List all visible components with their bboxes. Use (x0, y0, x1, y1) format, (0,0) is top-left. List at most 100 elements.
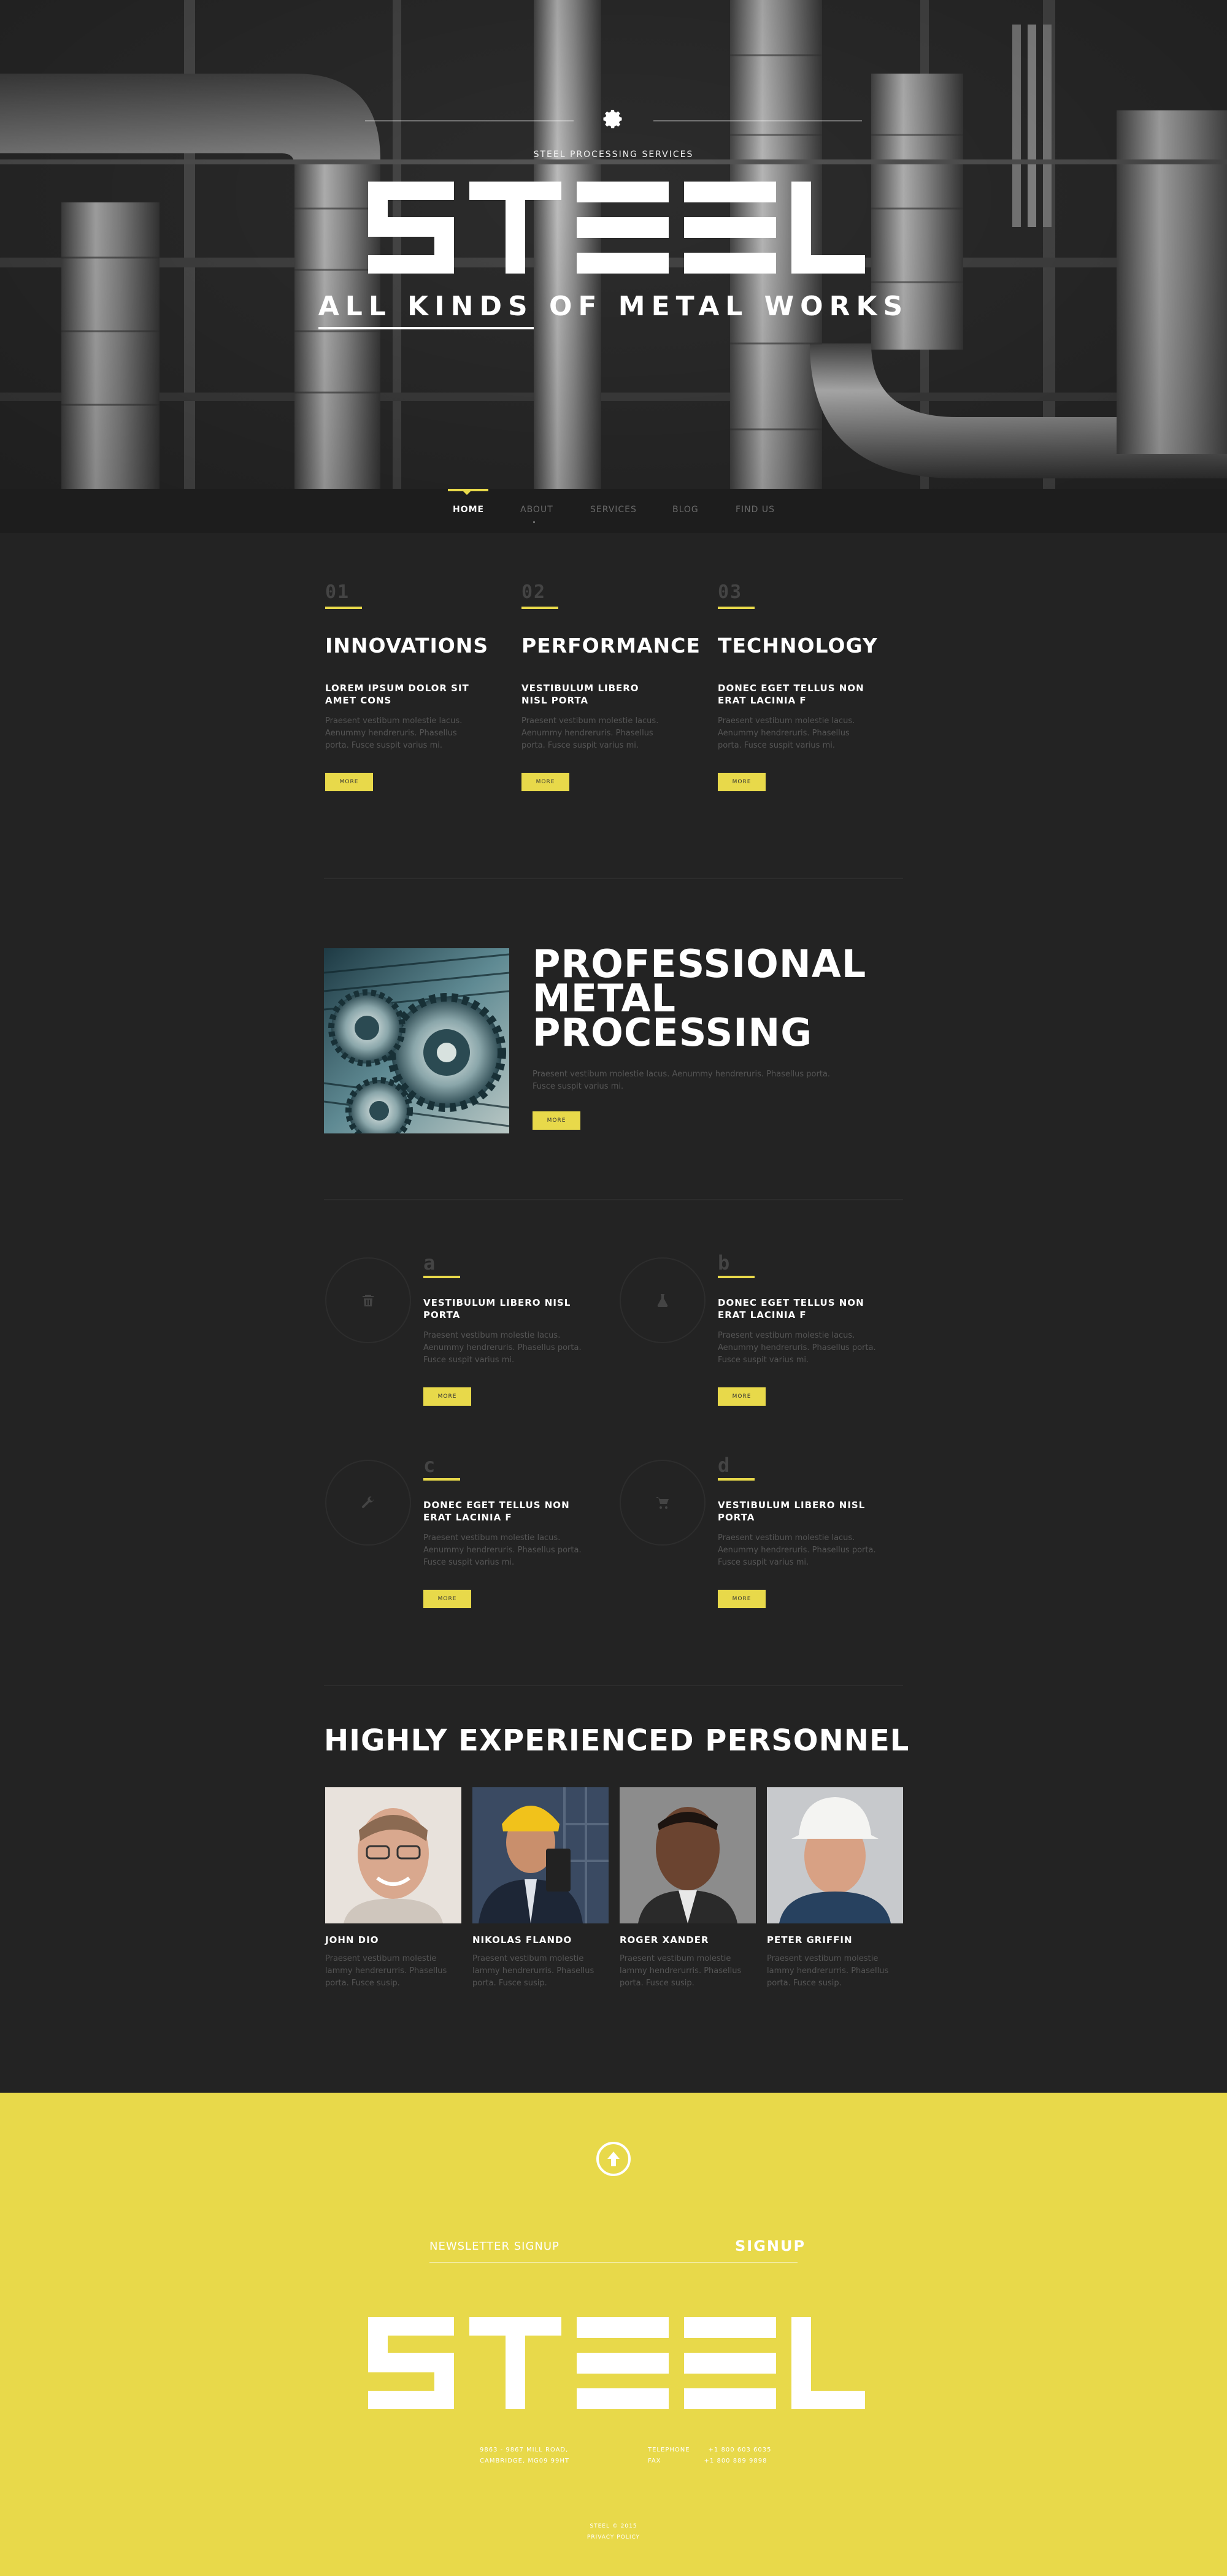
section-divider (324, 1199, 903, 1200)
arrow-up-icon (607, 2152, 620, 2166)
member-photo (472, 1787, 609, 1923)
telephone-label: TELEPHONE (648, 2447, 690, 2453)
nav-submenu-dot (533, 521, 535, 523)
hero-subtitle-underlined: ALL KINDS (318, 291, 534, 329)
feature-accent-line (718, 607, 755, 609)
feature-title: INNOVATIONS (325, 634, 489, 657)
hero-rule-left (365, 120, 574, 121)
member-portrait (325, 1787, 461, 1923)
service-letter: b (718, 1251, 730, 1275)
nav-active-arrow (463, 491, 471, 495)
member-portrait (472, 1787, 609, 1923)
service-d: d VESTIBULUM LIBERO NISL PORTA Praesent … (620, 1454, 896, 1656)
more-button[interactable]: MORE (521, 773, 569, 791)
more-button[interactable]: MORE (325, 773, 373, 791)
trash-icon (363, 1295, 374, 1306)
signup-button[interactable]: SIGNUP (735, 2237, 806, 2255)
service-accent-line (718, 1276, 755, 1278)
more-button[interactable]: MORE (718, 1387, 766, 1406)
service-text: Praesent vestibum molestie lacus. Aenumm… (423, 1533, 582, 1567)
service-letter: a (423, 1251, 436, 1275)
feature-number: 01 (325, 581, 350, 603)
hero-logo-title (368, 182, 865, 274)
footer-copyright: STEEL © 2015 PRIVACY POLICY (0, 2521, 1227, 2543)
more-button[interactable]: MORE (533, 1111, 580, 1130)
fax-value: +1 800 889 9898 (704, 2458, 767, 2464)
member-text: Praesent vestibum molestie lammy hendrer… (325, 1954, 447, 1988)
feature-title: PERFORMANCE (521, 634, 701, 657)
telephone-value: +1 800 603 6035 (708, 2447, 772, 2453)
privacy-policy-link[interactable]: PRIVACY POLICY (0, 2532, 1227, 2543)
footer-contact: TELEPHONE +1 800 603 6035 FAX +1 800 889 9… (648, 2445, 771, 2467)
wrench-icon (361, 1496, 374, 1508)
feature-number: 02 (521, 581, 547, 603)
nav-item-about[interactable]: ABOUT (520, 505, 553, 515)
cart-icon (656, 1497, 669, 1509)
newsletter-underline (429, 2262, 718, 2263)
more-button[interactable]: MORE (718, 1590, 766, 1608)
member-portrait (767, 1787, 903, 1923)
professional-text: Praesent vestibum molestie lacus. Aenumm… (533, 1070, 831, 1091)
feature-innovations: 01 INNOVATIONS LOREM IPSUM DOLOR SIT AME… (325, 581, 489, 791)
personnel-title: HIGHLY EXPERIENCED PERSONNEL (324, 1723, 910, 1758)
member-name: PETER GRIFFIN (767, 1934, 853, 1945)
footer-logo-title (368, 2317, 865, 2409)
feature-title: TECHNOLOGY (718, 634, 878, 657)
more-button[interactable]: MORE (423, 1590, 471, 1608)
service-text: Praesent vestibum molestie lacus. Aenumm… (718, 1331, 876, 1365)
feature-number: 03 (718, 581, 743, 603)
member-text: Praesent vestibum molestie lammy hendrer… (472, 1954, 594, 1988)
hero-rule-right (653, 120, 862, 121)
member-name: ROGER XANDER (620, 1934, 709, 1945)
more-button[interactable]: MORE (423, 1387, 471, 1406)
service-c: c DONEC EGET TELLUS NON ERAT LACINIA F P… (325, 1454, 601, 1656)
feature-subtitle: LOREM IPSUM DOLOR SIT AMET CONS (325, 683, 469, 706)
flask-icon (657, 1294, 668, 1308)
gears-illustration (324, 948, 509, 1133)
service-accent-line (718, 1478, 755, 1481)
service-accent-line (423, 1478, 460, 1481)
hero-subtitle: ALL KINDS OF METAL WORKS (0, 291, 1227, 329)
nav-item-home[interactable]: HOME (453, 505, 484, 515)
feature-subtitle: VESTIBULUM LIBERO NISL PORTA (521, 683, 639, 706)
team-member: PETER GRIFFIN Praesent vestibum molestie… (767, 1787, 903, 1990)
hero-subtitle-rest: OF METAL WORKS (533, 291, 909, 322)
service-letter: c (423, 1454, 436, 1477)
service-a: a VESTIBULUM LIBERO NISL PORTA Praesent … (325, 1251, 601, 1454)
member-name: NIKOLAS FLANDO (472, 1934, 572, 1945)
section-divider (324, 878, 903, 879)
signup-underline (718, 2262, 798, 2263)
address-line2: CAMBRIDGE, MG09 99HT (480, 2458, 569, 2464)
feature-accent-line (521, 607, 558, 609)
gears-image (324, 948, 509, 1133)
professional-title: PROFESSIONAL METAL PROCESSING (533, 945, 866, 1055)
more-button[interactable]: MORE (718, 773, 766, 791)
service-title: VESTIBULUM LIBERO NISL PORTA (423, 1297, 571, 1321)
team-member: JOHN DIO Praesent vestibum molestie lamm… (325, 1787, 461, 1990)
footer-address: 9863 - 9867 MILL ROAD, CAMBRIDGE, MG09 9… (480, 2445, 569, 2467)
nav-item-services[interactable]: SERVICES (590, 505, 637, 515)
service-text: Praesent vestibum molestie lacus. Aenumm… (423, 1331, 582, 1365)
member-text: Praesent vestibum molestie lammy hendrer… (767, 1954, 889, 1988)
section-divider (324, 1685, 903, 1686)
member-photo (767, 1787, 903, 1923)
address-line1: 9863 - 9867 MILL ROAD, (480, 2447, 569, 2453)
member-text: Praesent vestibum molestie lammy hendrer… (620, 1954, 742, 1988)
service-title: DONEC EGET TELLUS NON ERAT LACINIA F (423, 1500, 570, 1523)
hero-tagline: STEEL PROCESSING SERVICES (533, 150, 694, 159)
team-member: NIKOLAS FLANDO Praesent vestibum molesti… (472, 1787, 609, 1990)
member-name: JOHN DIO (325, 1934, 379, 1945)
fax-label: FAX (648, 2458, 661, 2464)
service-title: VESTIBULUM LIBERO NISL PORTA (718, 1500, 866, 1523)
professional-title-line3: PROCESSING (533, 1010, 813, 1055)
scroll-top-button[interactable] (596, 2142, 631, 2176)
nav-item-find-us[interactable]: FIND US (736, 505, 775, 515)
member-portrait (620, 1787, 756, 1923)
feature-subtitle: DONEC EGET TELLUS NON ERAT LACINIA F (718, 683, 864, 706)
copyright-text: STEEL © 2015 (590, 2523, 637, 2529)
newsletter-input[interactable]: NEWSLETTER SIGNUP (429, 2240, 560, 2253)
feature-performance: 02 PERFORMANCE VESTIBULUM LIBERO NISL PO… (521, 581, 701, 791)
service-letter: d (718, 1454, 730, 1477)
nav-item-blog[interactable]: BLOG (672, 505, 699, 515)
member-photo (325, 1787, 461, 1923)
